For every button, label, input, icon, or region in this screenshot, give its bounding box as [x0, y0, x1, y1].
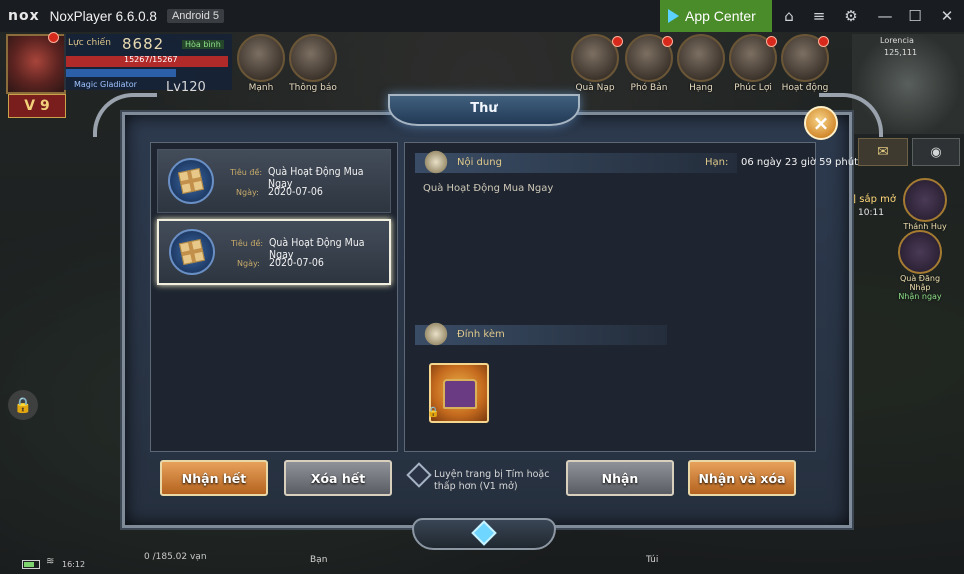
dialog-title: Thư: [388, 94, 580, 126]
power-value: 8682: [122, 35, 165, 53]
map-name: Lorencia: [880, 36, 914, 45]
hud-upgrade[interactable]: Mạnh: [234, 34, 288, 93]
event-time: 10:11: [858, 208, 884, 218]
attachment-heading: Đính kèm: [457, 329, 505, 340]
close-icon: ×: [812, 111, 830, 135]
home-icon[interactable]: ⌂: [774, 0, 804, 32]
maximize-icon[interactable]: ☐: [900, 0, 930, 32]
exp-text: 0 /185.02 vạn: [144, 552, 207, 562]
receive-label: Nhận: [601, 470, 639, 486]
peace-mode-tag[interactable]: Hòa bình: [182, 40, 224, 49]
wing-emblem-icon: [423, 321, 449, 347]
mail-content-text: Quà Hoạt Động Mua Ngay: [423, 183, 554, 194]
deadline-label: Hạn:: [705, 157, 729, 168]
window-title: NoxPlayer 6.6.0.8: [49, 8, 157, 24]
hud-label: Mạnh: [248, 83, 274, 93]
notification-dot: [662, 36, 673, 47]
minimize-icon[interactable]: —: [870, 0, 900, 32]
holy-icon: [903, 178, 947, 222]
receive-and-delete-button[interactable]: Nhận và xóa: [688, 460, 796, 496]
eye-icon[interactable]: ◉: [912, 138, 960, 166]
lock-small-icon: 🔒: [427, 407, 440, 418]
mp-bar: [66, 69, 176, 77]
side-label: Quà Đăng Nhập: [899, 274, 941, 292]
mail-date-label: Ngày:: [236, 188, 259, 197]
login-gift-icon: [898, 230, 942, 274]
hud-label: Hạng: [689, 83, 713, 93]
notification-dot: [612, 36, 623, 47]
menu-icon[interactable]: ≡: [804, 0, 834, 32]
map-coordinates: 125,111: [884, 48, 918, 57]
receive-and-delete-label: Nhận và xóa: [698, 470, 786, 486]
mail-date: 2020-07-06: [269, 257, 324, 269]
hud-label: Phó Bản: [630, 83, 668, 93]
hud-label: Quà Nạp: [575, 83, 615, 93]
hud-rank[interactable]: Hạng: [674, 34, 728, 93]
mail-detail-panel: Nội dung Hạn: 06 ngày 23 giờ 59 phút Quà…: [404, 142, 858, 452]
auto-refine-label: Luyện trang bị Tím hoặc thấp hơn (V1 mở): [434, 469, 550, 492]
guild-tag: Magic Gladiator: [74, 80, 137, 89]
mail-icon[interactable]: ✉: [858, 138, 908, 166]
play-store-icon: [668, 9, 679, 23]
receive-button[interactable]: Nhận: [566, 460, 674, 496]
hud-notice[interactable]: Thông báo: [286, 34, 340, 93]
app-center-label: App Center: [685, 8, 756, 24]
mail-list-item-selected[interactable]: Tiêu đề: Quà Hoạt Động Mua Ngay Ngày: 20…: [157, 219, 391, 285]
wing-emblem-icon: [423, 149, 449, 175]
avatar[interactable]: [6, 34, 66, 94]
upgrade-icon: [237, 34, 285, 82]
notice-icon: [289, 34, 337, 82]
mail-list[interactable]: Tiêu đề: Quà Hoạt Động Mua Ngay Ngày: 20…: [150, 142, 398, 452]
receive-all-label: Nhận hết: [181, 470, 247, 486]
wifi-icon: ≋: [46, 556, 55, 567]
battery-icon: [22, 560, 40, 569]
app-center-button[interactable]: App Center: [660, 0, 772, 32]
friends-label[interactable]: Bạn: [310, 555, 327, 565]
close-dialog-button[interactable]: ×: [804, 106, 838, 140]
mail-title-label: Tiêu đề:: [231, 239, 264, 248]
power-label: Lực chiến: [68, 38, 111, 48]
clock: 16:12: [62, 560, 86, 569]
close-window-icon[interactable]: ✕: [932, 0, 962, 32]
delete-all-button[interactable]: Xóa hết: [284, 460, 392, 496]
player-stats-panel: Lực chiến 8682 Hòa bình 15267/15267 Magi…: [64, 34, 232, 90]
mail-list-item[interactable]: Tiêu đề: Quà Hoạt Động Mua Ngay Ngày: 20…: [157, 149, 391, 213]
notification-dot: [48, 32, 59, 43]
side-sublabel: Nhận ngay: [898, 292, 942, 301]
receive-all-button[interactable]: Nhận hết: [160, 460, 268, 496]
player-level: Lv120: [166, 80, 206, 95]
mail-date-label: Ngày:: [237, 259, 260, 268]
hud-label: Thông báo: [289, 83, 337, 93]
hud-label: Phúc Lợi: [734, 83, 772, 93]
rank-icon: [677, 34, 725, 82]
dialog-ornament: [412, 518, 556, 550]
mail-title-label: Tiêu đề:: [230, 168, 263, 177]
android-version-badge: Android 5: [166, 9, 225, 23]
lock-icon[interactable]: 🔒: [8, 390, 38, 420]
side-login-gift-button[interactable]: Quà Đăng Nhập Nhận ngay: [890, 230, 950, 301]
deadline-value: 06 ngày 23 giờ 59 phút: [741, 157, 858, 168]
content-section-header: Nội dung: [415, 149, 737, 175]
side-holy-button[interactable]: Thánh Huy: [898, 178, 952, 231]
notification-dot: [818, 36, 829, 47]
gift-box-icon: [168, 158, 214, 204]
hud-label: Hoạt động: [781, 83, 829, 93]
treasure-chest-icon: [443, 379, 477, 409]
delete-all-label: Xóa hết: [310, 470, 366, 486]
settings-icon[interactable]: ⚙: [836, 0, 866, 32]
nox-logo: nox: [8, 8, 40, 24]
vip-level-badge[interactable]: V 9: [8, 94, 66, 118]
mail-date: 2020-07-06: [268, 186, 323, 198]
attachment-section-header: Đính kèm: [415, 321, 667, 347]
gift-box-icon: [169, 229, 215, 275]
content-heading: Nội dung: [457, 157, 502, 168]
notification-dot: [766, 36, 777, 47]
bag-label[interactable]: Túi: [646, 555, 658, 565]
hp-text: 15267/15267: [124, 55, 178, 64]
emulator-titlebar: nox NoxPlayer 6.6.0.8 Android 5 App Cent…: [0, 0, 964, 32]
